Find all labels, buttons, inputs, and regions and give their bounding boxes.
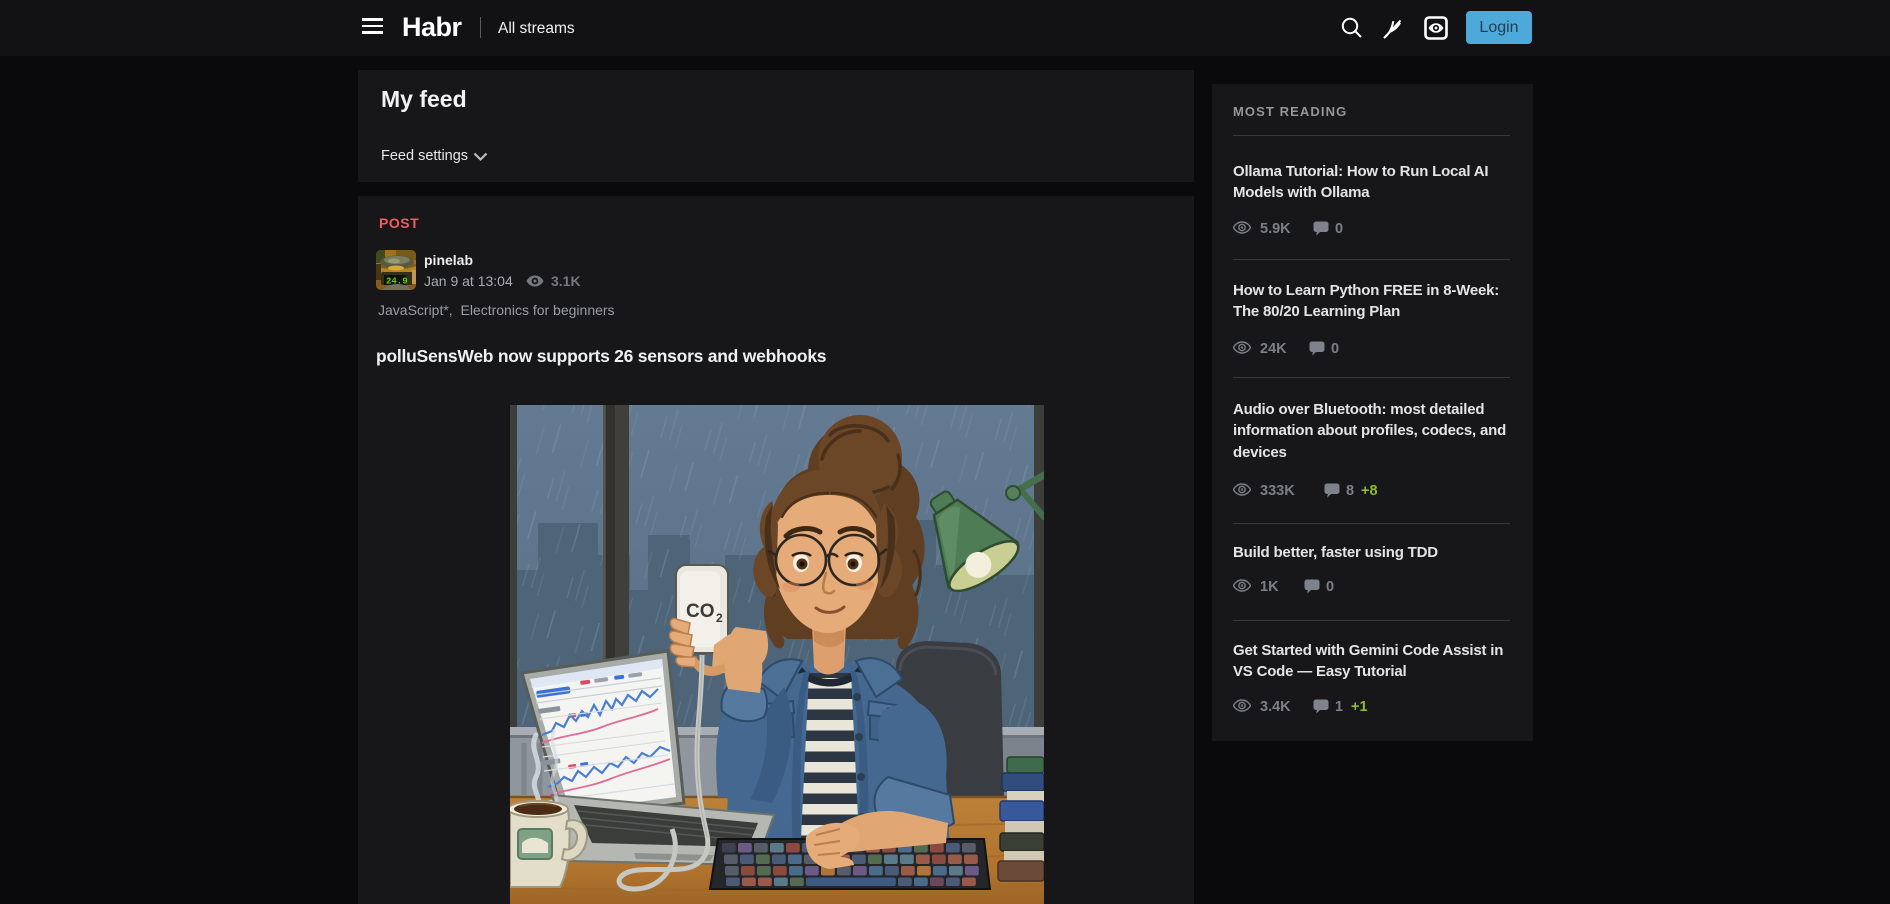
svg-text:2: 2 (716, 611, 723, 625)
svg-text:CO: CO (686, 601, 715, 622)
